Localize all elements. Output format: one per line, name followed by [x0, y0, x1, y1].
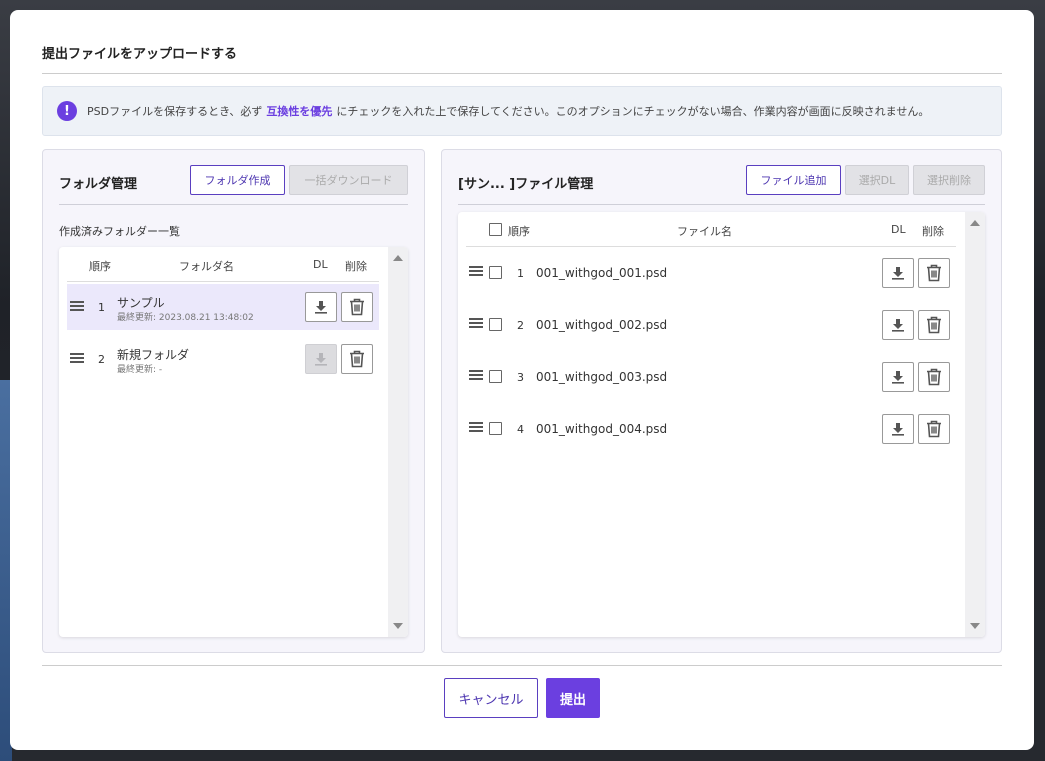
file-order: 2 [517, 319, 524, 332]
folder-list: 順序 フォルダ名 DL 削除 1 サンプル 最終更新: 2023.08.21 1… [59, 247, 408, 637]
file-delete-button[interactable] [918, 414, 950, 444]
folder-panel-title: フォルダ管理 [59, 177, 138, 192]
file-download-button[interactable] [882, 414, 914, 444]
file-name: 001_withgod_004.psd [536, 422, 668, 436]
upload-modal: 提出ファイルをアップロードする ! PSDファイルを保存するとき、必ず 互換性を… [10, 10, 1034, 750]
file-name: 001_withgod_002.psd [536, 318, 668, 332]
folder-panel: フォルダ管理 フォルダ作成 一括ダウンロード 作成済みフォルダー一覧 順序 フォ… [42, 149, 425, 653]
submit-button[interactable]: 提出 [546, 678, 600, 718]
header-dl: DL [891, 223, 906, 236]
scroll-up-icon[interactable] [970, 220, 980, 226]
header-file-name: ファイル名 [677, 225, 732, 238]
file-panel-divider [458, 204, 985, 205]
bulk-download-button[interactable]: 一括ダウンロード [289, 165, 408, 195]
file-name: 001_withgod_003.psd [536, 370, 668, 384]
create-folder-button[interactable]: フォルダ作成 [190, 165, 285, 195]
folder-list-scrollbar[interactable] [388, 247, 408, 637]
notice-text-before: PSDファイルを保存するとき、必ず [87, 105, 263, 118]
download-icon [892, 319, 904, 332]
header-delete: 削除 [922, 225, 944, 238]
file-panel: [サン... ]ファイル管理 ファイル追加 選択DL 選択削除 順序 ファイル名… [441, 149, 1002, 653]
folder-row[interactable]: 1 サンプル 最終更新: 2023.08.21 13:48:02 [67, 284, 379, 330]
folder-list-header: 順序 フォルダ名 DL 削除 [67, 247, 379, 282]
folder-updated: 最終更新: 2023.08.21 13:48:02 [117, 313, 254, 323]
folder-download-button[interactable] [305, 344, 337, 374]
folder-name: サンプル [117, 296, 165, 310]
folder-order: 1 [98, 301, 105, 314]
download-icon [315, 301, 327, 314]
drag-handle-icon[interactable] [469, 318, 483, 328]
header-dl: DL [313, 258, 328, 271]
folder-order: 2 [98, 353, 105, 366]
trash-icon [350, 298, 364, 316]
scroll-down-icon[interactable] [393, 623, 403, 629]
footer-divider [42, 665, 1002, 666]
file-delete-button[interactable] [918, 310, 950, 340]
download-icon [315, 353, 327, 366]
trash-icon [927, 420, 941, 438]
title-divider [42, 73, 1002, 74]
file-order: 1 [517, 267, 524, 280]
psd-notice: ! PSDファイルを保存するとき、必ず 互換性を優先 にチェックを入れた上で保存… [42, 86, 1002, 136]
add-file-button[interactable]: ファイル追加 [746, 165, 841, 195]
folder-panel-divider [59, 204, 408, 205]
download-icon [892, 371, 904, 384]
file-list: 順序 ファイル名 DL 削除 1 001_withgod_001.psd 2 0… [458, 212, 985, 637]
exclamation-icon: ! [57, 101, 77, 121]
selected-download-button[interactable]: 選択DL [845, 165, 909, 195]
file-delete-button[interactable] [918, 258, 950, 288]
file-order: 3 [517, 371, 524, 384]
file-name: 001_withgod_001.psd [536, 266, 668, 280]
drag-handle-icon[interactable] [70, 301, 84, 311]
file-list-scrollbar[interactable] [965, 212, 985, 637]
notice-text-after: にチェックを入れた上で保存してください。このオプションにチェックがない場合、作業… [336, 105, 930, 118]
selected-delete-button[interactable]: 選択削除 [913, 165, 985, 195]
header-delete: 削除 [345, 260, 367, 273]
cancel-button[interactable]: キャンセル [444, 678, 538, 718]
drag-handle-icon[interactable] [70, 353, 84, 363]
header-order: 順序 [89, 260, 111, 273]
download-icon [892, 267, 904, 280]
file-checkbox[interactable] [489, 422, 502, 435]
file-row[interactable]: 2 001_withgod_002.psd [466, 302, 956, 348]
file-checkbox[interactable] [489, 266, 502, 279]
folder-delete-button[interactable] [341, 344, 373, 374]
file-panel-title: [サン... ]ファイル管理 [458, 177, 594, 192]
file-row[interactable]: 3 001_withgod_003.psd [466, 354, 956, 400]
file-row[interactable]: 1 001_withgod_001.psd [466, 250, 956, 296]
drag-handle-icon[interactable] [469, 422, 483, 432]
drag-handle-icon[interactable] [469, 266, 483, 276]
download-icon [892, 423, 904, 436]
scroll-up-icon[interactable] [393, 255, 403, 261]
folder-row[interactable]: 2 新規フォルダ 最終更新: - [67, 336, 379, 382]
trash-icon [927, 316, 941, 334]
trash-icon [927, 264, 941, 282]
drag-handle-icon[interactable] [469, 370, 483, 380]
folder-delete-button[interactable] [341, 292, 373, 322]
file-delete-button[interactable] [918, 362, 950, 392]
file-download-button[interactable] [882, 362, 914, 392]
file-order: 4 [517, 423, 524, 436]
folder-updated: 最終更新: - [117, 365, 163, 375]
select-all-checkbox[interactable] [489, 223, 502, 236]
file-download-button[interactable] [882, 310, 914, 340]
file-row[interactable]: 4 001_withgod_004.psd [466, 406, 956, 452]
folder-name: 新規フォルダ [117, 348, 190, 362]
file-list-header: 順序 ファイル名 DL 削除 [466, 212, 956, 247]
trash-icon [927, 368, 941, 386]
folder-download-button[interactable] [305, 292, 337, 322]
modal-title: 提出ファイルをアップロードする [42, 47, 238, 62]
trash-icon [350, 350, 364, 368]
file-checkbox[interactable] [489, 370, 502, 383]
file-checkbox[interactable] [489, 318, 502, 331]
header-order: 順序 [508, 225, 530, 238]
scroll-down-icon[interactable] [970, 623, 980, 629]
notice-highlight: 互換性を優先 [266, 105, 333, 118]
folder-list-label: 作成済みフォルダー一覧 [59, 225, 180, 238]
header-folder-name: フォルダ名 [179, 260, 234, 273]
file-download-button[interactable] [882, 258, 914, 288]
